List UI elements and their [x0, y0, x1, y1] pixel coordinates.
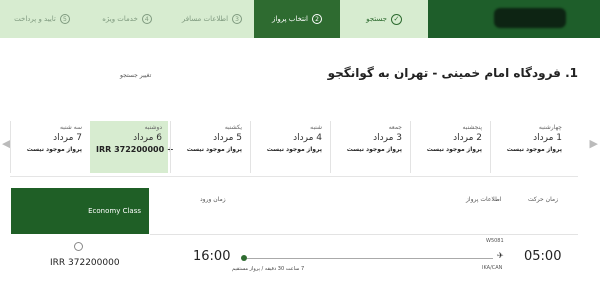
fare-price: IRR 372200000	[50, 258, 120, 268]
date-card[interactable]: سه شنبه 7 مرداد پرواز موجود نیست	[10, 121, 88, 173]
date-weekday: پنجشنبه	[462, 124, 482, 131]
step-label: جستجو	[366, 15, 387, 23]
destination-dot	[241, 255, 247, 261]
date-day: 1 مرداد	[533, 133, 562, 143]
date-status: پرواز موجود نیست	[266, 146, 322, 153]
chevron-right-icon[interactable]: ▶	[590, 137, 598, 150]
logo	[494, 8, 566, 28]
date-day: 3 مرداد	[373, 133, 402, 143]
date-status: پرواز موجود نیست	[186, 146, 242, 153]
date-day: 5 مرداد	[213, 133, 242, 143]
step-search[interactable]: ✓ جستجو	[340, 0, 428, 38]
step-special-services: 4 خدمات ویژه	[84, 0, 170, 38]
date-weekday: یکشنبه	[224, 124, 242, 131]
date-card[interactable]: یکشنبه 5 مرداد پرواز موجود نیست	[170, 121, 248, 173]
col-arrival-time: زمان ورود	[200, 196, 226, 203]
step-payment: 5 تایید و پرداخت	[0, 0, 84, 38]
route-code: IKA/CAN	[482, 265, 503, 271]
step-label: خدمات ویژه	[102, 15, 138, 23]
date-status: پرواز موجود نیست	[426, 146, 482, 153]
step-label: اطلاعات مسافر	[181, 15, 229, 23]
step-label: انتخاب پرواز	[272, 15, 308, 23]
date-day: 6 مرداد	[133, 133, 162, 143]
arrival-time: 16:00	[193, 249, 231, 264]
route-title: 1. فرودگاه امام خمینی - تهران به گوانگجو	[327, 66, 578, 80]
check-icon: ✓	[390, 13, 402, 25]
step-number: 3	[232, 14, 243, 24]
date-card[interactable]: جمعه 3 مرداد پرواز موجود نیست	[330, 121, 408, 173]
date-status: پرواز موجود نیست	[26, 146, 82, 153]
date-weekday: دوشنبه	[144, 124, 162, 131]
step-number: 5	[59, 14, 70, 24]
date-status: پرواز موجود نیست	[506, 146, 562, 153]
date-weekday: شنبه	[310, 124, 322, 131]
date-weekday: جمعه	[388, 124, 402, 131]
divider	[10, 176, 578, 177]
date-price: IRR 372200000 +	[96, 145, 174, 154]
col-departure-time: زمان حرکت	[528, 196, 559, 203]
table-divider	[150, 234, 578, 235]
date-card[interactable]: چهارشنبه 1 مرداد پرواز موجود نیست	[490, 121, 568, 173]
fare-select-radio[interactable]	[74, 242, 83, 251]
date-status: پرواز موجود نیست	[346, 146, 402, 153]
flight-number: W5081	[486, 238, 504, 244]
date-weekday: سه شنبه	[59, 124, 82, 131]
economy-class-tab[interactable]: Economy Class	[11, 188, 149, 234]
route-line	[247, 258, 493, 259]
change-search-link[interactable]: تغییر جستجو	[120, 72, 151, 79]
step-label: تایید و پرداخت	[14, 15, 56, 23]
date-day: 4 مرداد	[293, 133, 322, 143]
step-number: 4	[141, 14, 152, 24]
step-number: 2	[312, 14, 322, 24]
date-weekday: چهارشنبه	[538, 124, 562, 131]
date-card-selected[interactable]: دوشنبه 6 مرداد IRR 372200000 +	[90, 121, 174, 173]
flight-duration: 7 ساعت 30 دقیقه / پرواز مستقیم	[232, 266, 305, 272]
date-card[interactable]: پنجشنبه 2 مرداد پرواز موجود نیست	[410, 121, 488, 173]
step-passenger-info: 3 اطلاعات مسافر	[170, 0, 254, 38]
date-card[interactable]: شنبه 4 مرداد پرواز موجود نیست	[250, 121, 328, 173]
date-day: 7 مرداد	[53, 133, 82, 143]
col-flight-info: اطلاعات پرواز	[466, 196, 502, 203]
booking-steps-bar: 5 تایید و پرداخت 4 خدمات ویژه 3 اطلاعات …	[0, 0, 600, 38]
departure-time: 05:00	[524, 249, 562, 264]
brand-logo-area	[428, 0, 600, 38]
airplane-icon: ✈	[497, 251, 504, 260]
date-day: 2 مرداد	[453, 133, 482, 143]
step-select-flight: 2 انتخاب پرواز	[254, 0, 340, 38]
